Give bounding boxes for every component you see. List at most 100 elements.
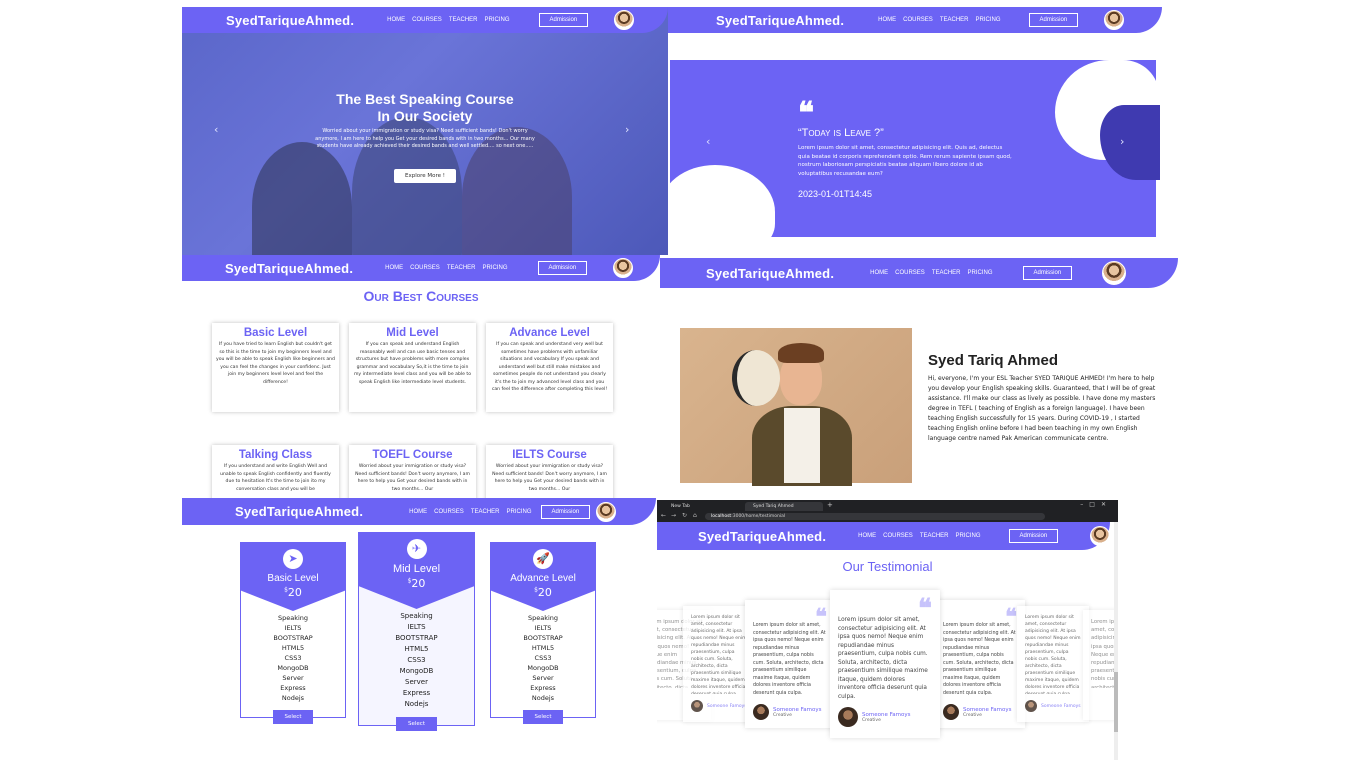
- avatar[interactable]: [614, 10, 635, 30]
- next-arrow-icon[interactable]: ›: [625, 123, 629, 136]
- new-tab-icon[interactable]: +: [827, 501, 833, 509]
- avatar[interactable]: [1102, 261, 1127, 285]
- select-button[interactable]: Select: [396, 717, 437, 731]
- nav-home[interactable]: HOME: [387, 17, 405, 23]
- pricing-header: ✈ Mid Level $20: [359, 533, 474, 609]
- brand-logo[interactable]: SyedTariqueAhmed.: [226, 13, 354, 28]
- admission-button[interactable]: Admission: [540, 504, 591, 519]
- testimonial-text: Lorem ipsum dolor sit amet, consectetur …: [943, 623, 1016, 696]
- pricing-header: 🚀 Advance Level $20: [491, 543, 595, 611]
- window-controls[interactable]: –□✕: [1080, 501, 1112, 508]
- hero-panel: The Best Speaking Course In Our Society W…: [182, 7, 668, 255]
- course-name: Mid Level: [386, 327, 439, 339]
- nav-teacher[interactable]: TEACHER: [447, 265, 476, 271]
- explore-button[interactable]: Explore More !: [394, 169, 456, 183]
- nav-courses[interactable]: COURSES: [412, 17, 442, 23]
- testimonial-card: Lorem ipsum dolor sit amet, consectetur …: [1017, 606, 1089, 722]
- avatar[interactable]: [613, 258, 634, 278]
- nav-courses[interactable]: COURSES: [434, 509, 464, 515]
- hat-shape: [732, 350, 780, 406]
- admission-button[interactable]: Admission: [538, 13, 589, 27]
- course-card[interactable]: IELTS Course Worried about your immigrat…: [486, 445, 613, 498]
- brand-logo[interactable]: SyedTariqueAhmed.: [706, 266, 834, 281]
- about-panel: SyedTariqueAhmed. HOME COURSES TEACHER P…: [660, 258, 1178, 498]
- nav-teacher[interactable]: TEACHER: [449, 17, 478, 23]
- navbar: SyedTariqueAhmed. HOME COURSES TEACHER P…: [660, 258, 1178, 288]
- nav-home[interactable]: HOME: [409, 509, 427, 515]
- nav-teacher[interactable]: TEACHER: [940, 17, 969, 23]
- author: Someone Famoys: [1025, 700, 1081, 712]
- admission-button[interactable]: Admission: [1008, 529, 1059, 543]
- hero-text: Worried about your immigration or study …: [315, 128, 535, 149]
- navbar: SyedTariqueAhmed. HOME COURSES TEACHER P…: [182, 255, 660, 281]
- nav-courses[interactable]: COURSES: [883, 533, 913, 539]
- nav-courses[interactable]: COURSES: [903, 17, 933, 23]
- course-text: If you have tried to learn English but c…: [216, 342, 335, 385]
- navbar: SyedTariqueAhmed. HOME COURSES TEACHER P…: [668, 7, 1162, 33]
- quote-icon: ❝: [815, 604, 827, 630]
- address-bar[interactable]: localhost:3000/home/testimonial: [705, 513, 1045, 520]
- course-card[interactable]: Basic Level If you have tried to learn E…: [212, 323, 339, 412]
- next-arrow-icon[interactable]: ›: [1120, 135, 1124, 148]
- nav-pricing[interactable]: PRICING: [955, 533, 980, 539]
- course-card[interactable]: TOEFL Course Worried about your immigrat…: [349, 445, 476, 498]
- nav-teacher[interactable]: TEACHER: [920, 533, 949, 539]
- quote-icon: ❝: [918, 594, 932, 624]
- author: Someone Famoys Creative: [753, 704, 827, 720]
- prev-arrow-icon[interactable]: ‹: [706, 135, 710, 148]
- tab-new[interactable]: New Tab: [663, 502, 741, 511]
- avatar[interactable]: [1104, 10, 1125, 30]
- course-name: TOEFL Course: [372, 449, 453, 461]
- brand-logo[interactable]: SyedTariqueAhmed.: [716, 13, 844, 28]
- testimonial-panel: New Tab Syed Tariq Ahmed + ← → ↻ ⌂ local…: [657, 500, 1118, 760]
- testimonial-card: ❝ Lorem ipsum dolor sit amet, consectetu…: [830, 590, 940, 738]
- reload-icon[interactable]: ↻: [682, 512, 687, 519]
- back-icon[interactable]: ←: [661, 512, 666, 519]
- teacher-bio: Hi, everyone, I'm your ESL Teacher SYED …: [928, 375, 1156, 442]
- admission-button[interactable]: Admission: [1028, 13, 1079, 27]
- nav-teacher[interactable]: TEACHER: [471, 509, 500, 515]
- rocket-icon: 🚀: [533, 549, 553, 569]
- feature-list: Speaking IELTS BOOTSTRAP HTML5 CSS3 MongoDB Se…: [395, 612, 438, 708]
- select-button[interactable]: Select: [522, 710, 564, 724]
- nav-pricing[interactable]: PRICING: [484, 17, 509, 23]
- plan-price: $20: [284, 586, 302, 599]
- nav-home[interactable]: HOME: [878, 17, 896, 23]
- course-card[interactable]: Mid Level If you can speak and understan…: [349, 323, 476, 412]
- course-text: If you can speak and understand very wel…: [491, 342, 608, 392]
- prev-arrow-icon[interactable]: ‹: [214, 123, 218, 136]
- nav-home[interactable]: HOME: [385, 265, 403, 271]
- tab-active[interactable]: Syed Tariq Ahmed: [745, 502, 823, 511]
- nav-pricing[interactable]: PRICING: [506, 509, 531, 515]
- nav-pricing[interactable]: PRICING: [975, 17, 1000, 23]
- nav-teacher[interactable]: TEACHER: [932, 270, 961, 276]
- feature-list: Speaking IELTS BOOTSTRAP HTML5 CSS3 MongoDB Se…: [273, 614, 313, 702]
- admission-button[interactable]: Admission: [537, 261, 588, 275]
- nav-pricing[interactable]: PRICING: [482, 265, 507, 271]
- nav-courses[interactable]: COURSES: [895, 270, 925, 276]
- select-button[interactable]: Select: [272, 710, 314, 724]
- brand-logo[interactable]: SyedTariqueAhmed.: [698, 529, 826, 544]
- course-card[interactable]: Talking Class If you understand and writ…: [212, 445, 339, 498]
- nav-pricing[interactable]: PRICING: [967, 270, 992, 276]
- nav-menu: HOME COURSES TEACHER PRICING: [870, 270, 992, 276]
- brand-logo[interactable]: SyedTariqueAhmed.: [225, 261, 353, 276]
- nav-home[interactable]: HOME: [870, 270, 888, 276]
- author-avatar: [691, 700, 703, 712]
- nav-menu: HOME COURSES TEACHER PRICING: [387, 17, 509, 23]
- nav-menu: HOME COURSES TEACHER PRICING: [858, 533, 980, 539]
- teacher-photo: [680, 328, 912, 486]
- avatar[interactable]: [1090, 526, 1110, 546]
- course-card[interactable]: Advance Level If you can speak and under…: [486, 323, 613, 412]
- admission-button[interactable]: Admission: [1022, 266, 1073, 280]
- brand-logo[interactable]: SyedTariqueAhmed.: [235, 504, 363, 519]
- course-text: If you can speak and understand English …: [353, 342, 472, 385]
- nav-courses[interactable]: COURSES: [410, 265, 440, 271]
- scrollbar[interactable]: [1114, 522, 1118, 760]
- forward-icon[interactable]: →: [671, 512, 676, 519]
- plan-name: Advance Level: [510, 573, 576, 584]
- pricing-card: ➤ Basic Level $20 Speaking IELTS BOOTSTRAP…: [240, 542, 346, 724]
- avatar[interactable]: [596, 501, 617, 522]
- home-icon[interactable]: ⌂: [693, 512, 697, 519]
- nav-home[interactable]: HOME: [858, 533, 876, 539]
